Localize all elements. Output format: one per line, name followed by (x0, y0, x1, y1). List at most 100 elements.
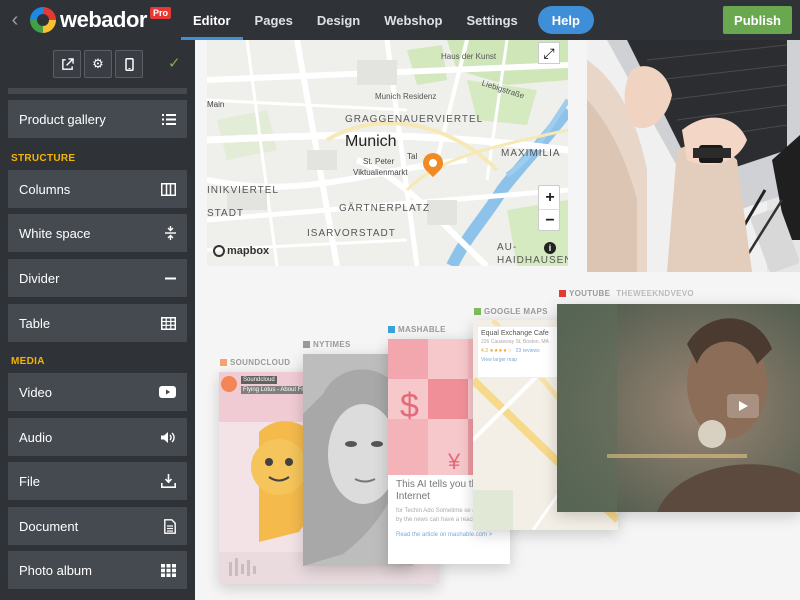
tab-webshop[interactable]: Webshop (372, 0, 454, 40)
list-icon (162, 113, 176, 125)
map-label: Haus der Kunst (441, 52, 497, 61)
map-label: Munich Residenz (375, 92, 437, 101)
zoom-out-button[interactable]: − (539, 209, 561, 232)
brand-name: webador (60, 7, 147, 32)
sidebar-item-label: Photo album (19, 562, 92, 578)
sidebar-item-partial[interactable] (8, 88, 187, 94)
white-space-icon (165, 226, 176, 240)
play-icon (739, 401, 748, 411)
fullscreen-icon[interactable]: ⤢ (538, 42, 560, 64)
map-label: HAIDHAUSEN (497, 255, 568, 266)
sidebar-item-file[interactable]: File (8, 462, 187, 500)
mashable-tag: MASHABLE (388, 325, 446, 334)
zoom-in-button[interactable]: + (539, 186, 561, 209)
google-maps-tag: GOOGLE MAPS (474, 307, 548, 316)
sidebar-item-white-space[interactable]: White space (8, 214, 187, 252)
view-larger-map-link[interactable]: View larger map (481, 357, 563, 363)
laptop-photo[interactable] (587, 40, 800, 272)
mashable-link[interactable]: Read the article on mashable.com > (396, 532, 492, 538)
map-label: St. Peter (363, 157, 395, 166)
map-embed[interactable]: Haus der Kunst Munich Residenz Liebigstr… (207, 40, 568, 266)
tab-settings[interactable]: Settings (454, 0, 529, 40)
soundcloud-artist: Soundcloud (241, 376, 277, 384)
sidebar-item-table[interactable]: Table (8, 304, 187, 342)
sidebar-item-photo-album[interactable]: Photo album (8, 551, 187, 589)
nytimes-icon (303, 341, 310, 348)
play-button[interactable] (727, 394, 759, 418)
table-icon (161, 316, 176, 330)
sidebar-toolbar: ⚙ ✓ (0, 40, 195, 88)
google-maps-icon (474, 308, 481, 315)
soundcloud-tag: SOUNDCLOUD (220, 358, 290, 367)
grid-icon (161, 563, 176, 577)
settings-button[interactable]: ⚙ (84, 50, 112, 78)
mashable-icon (388, 326, 395, 333)
svg-text:$: $ (400, 387, 419, 425)
map-label: GRAGGENAUERVIERTEL (345, 114, 484, 125)
map-label: AU- (497, 242, 518, 253)
sidebar-item-columns[interactable]: Columns (8, 170, 187, 208)
section-heading-media: MEDIA (11, 356, 45, 367)
sidebar-item-label: Divider (19, 270, 60, 286)
download-icon (161, 474, 176, 488)
place-reviews[interactable]: 23 reviews (516, 348, 540, 354)
nytimes-tag: NYTIMES (303, 340, 351, 349)
sidebar-item-label: Video (19, 384, 53, 400)
main-nav: Editor Pages Design Webshop Settings Hel… (180, 0, 594, 40)
webador-logo-icon (30, 7, 56, 33)
tab-editor[interactable]: Editor (180, 0, 243, 40)
check-icon[interactable]: ✓ (168, 54, 181, 72)
sidebar-item-label: Document (19, 518, 79, 534)
place-address: 226 Causeway St, Boston, MA (481, 339, 549, 345)
youtube-embed[interactable] (557, 304, 800, 512)
tab-pages[interactable]: Pages (243, 0, 305, 40)
map-label: GÄRTNERPLATZ (339, 203, 431, 214)
section-heading-structure: STRUCTURE (11, 153, 76, 164)
tab-design[interactable]: Design (305, 0, 372, 40)
sidebar-item-label: Table (19, 315, 51, 331)
sidebar-item-label: Audio (19, 429, 53, 445)
map-label: STADT (207, 208, 245, 219)
columns-icon (161, 182, 176, 196)
chevron-left-icon[interactable]: ‹ (0, 0, 30, 40)
mobile-preview-button[interactable] (115, 50, 143, 78)
sidebar-item-product-gallery[interactable]: Product gallery (8, 100, 187, 138)
help-button[interactable]: Help (537, 6, 594, 34)
youtube-icon (559, 290, 566, 297)
mobile-icon (124, 57, 134, 71)
external-link-icon (61, 57, 74, 70)
place-card: Equal Exchange Cafe 226 Causeway St, Bos… (477, 326, 567, 378)
soundcloud-icon (220, 359, 227, 366)
sidebar-item-video[interactable]: Video (8, 373, 187, 411)
youtube-icon (159, 386, 176, 398)
sidebar-item-document[interactable]: Document (8, 507, 187, 545)
youtube-tag: YOUTUBE THEWEEKNDVEVO (559, 289, 694, 298)
soundcloud-track: Flying Lotus - About Fr (241, 386, 306, 394)
external-link-button[interactable] (53, 50, 81, 78)
place-name: Equal Exchange Cafe (481, 330, 549, 337)
map-label: Main (207, 100, 225, 109)
laptop-photo-image (587, 40, 800, 272)
map-city-label: Munich (345, 133, 397, 150)
map-label: ISARVORSTADT (307, 228, 396, 239)
mapbox-attribution[interactable]: mapbox (213, 245, 269, 257)
mapbox-logo-icon (213, 245, 225, 257)
sidebar-item-label: White space (19, 225, 91, 241)
info-icon[interactable]: i (544, 242, 556, 254)
map-label: Viktualienmarkt (353, 168, 408, 177)
svg-text:¥: ¥ (447, 449, 461, 474)
place-rating: 4.3 ★★★★☆ (481, 348, 512, 354)
publish-button[interactable]: Publish (723, 6, 792, 34)
editor-canvas: Haus der Kunst Munich Residenz Liebigstr… (195, 40, 800, 600)
sidebar-item-divider[interactable]: Divider (8, 259, 187, 297)
divider-icon (165, 277, 176, 279)
sidebar-item-label: Product gallery (19, 111, 106, 127)
sidebar-item-audio[interactable]: Audio (8, 418, 187, 456)
top-bar: ‹ webador Pro Editor Pages Design Websho… (0, 0, 800, 40)
youtube-thumbnail (557, 304, 800, 512)
gear-icon: ⚙ (92, 56, 104, 71)
map-zoom-controls: + − (538, 185, 561, 232)
logo[interactable]: webador Pro (30, 0, 171, 40)
speaker-icon (161, 431, 175, 443)
map-label: Tal (407, 152, 418, 161)
